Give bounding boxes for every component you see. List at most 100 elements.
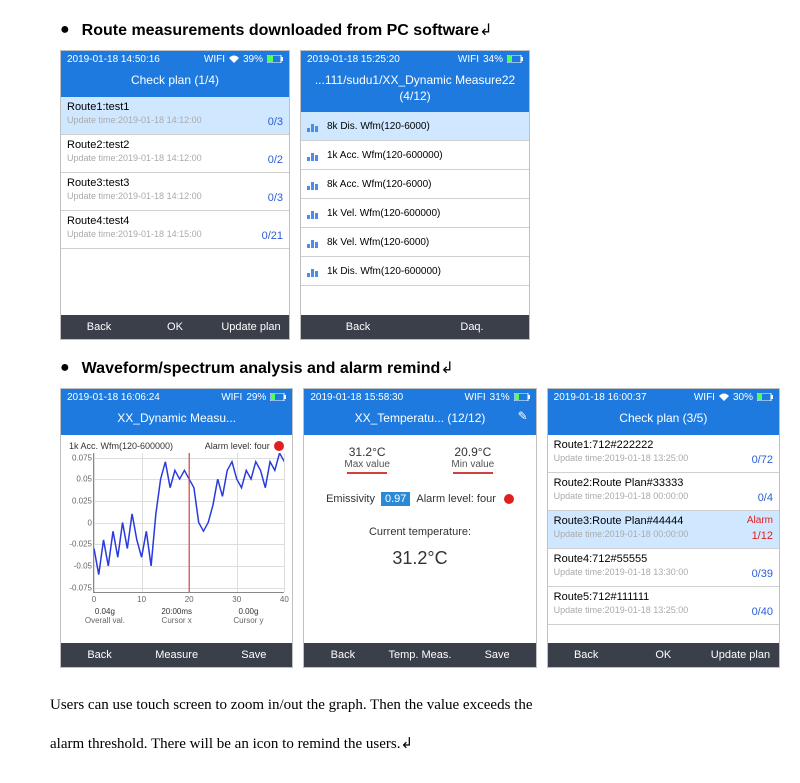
- chart-body[interactable]: 1k Acc. Wfm(120-600000) Alarm level: fou…: [61, 435, 292, 643]
- section-heading-1: Route measurements downloaded from PC so…: [82, 20, 493, 40]
- wfm-row[interactable]: 8k Vel. Wfm(120-6000): [301, 228, 529, 257]
- route-row[interactable]: Route2:test2Update time:2019-01-18 14:12…: [61, 135, 289, 173]
- alarm-dot-icon: [504, 494, 514, 504]
- route-list[interactable]: Route1:712#222222Update time:2019-01-18 …: [548, 435, 779, 643]
- footer-bar: BackTemp. Meas.Save: [304, 643, 535, 667]
- footer-button-back[interactable]: Back: [304, 643, 381, 667]
- wifi-label: WIFI: [458, 54, 479, 65]
- footer-button-back[interactable]: Back: [548, 643, 625, 667]
- status-bar: 2019-01-18 16:06:24 WIFI 29%: [61, 389, 292, 405]
- chart-signal-label: 1k Acc. Wfm(120-600000): [69, 441, 173, 451]
- status-bar: 2019-01-18 15:25:20 WIFI 34%: [301, 51, 529, 67]
- wfm-row[interactable]: 8k Dis. Wfm(120-6000): [301, 112, 529, 141]
- route-list[interactable]: Route1:test1Update time:2019-01-18 14:12…: [61, 97, 289, 315]
- wfm-label: 8k Acc. Wfm(120-6000): [327, 179, 431, 190]
- status-bar: 2019-01-18 15:58:30 WIFI 31%: [304, 389, 535, 405]
- footer-button-back[interactable]: Back: [61, 643, 138, 667]
- min-temp-value: 20.9°C: [420, 445, 526, 459]
- wfm-row[interactable]: 8k Acc. Wfm(120-6000): [301, 170, 529, 199]
- cursor-y-value: 0.00g: [213, 607, 285, 616]
- alarm-level: Alarm level: four: [205, 441, 285, 452]
- phone-check-plan-2: 2019-01-18 16:00:37 WIFI 30% Check plan …: [547, 388, 780, 668]
- phone-check-plan-1: 2019-01-18 14:50:16 WIFI 39% Check plan …: [60, 50, 290, 340]
- section-heading-2: Waveform/spectrum analysis and alarm rem…: [82, 358, 454, 378]
- route-update-time: Update time:2019-01-18 14:12:00: [67, 153, 268, 163]
- route-row[interactable]: Route2:Route Plan#33333 Update time:2019-…: [548, 473, 779, 511]
- footer-button-measure[interactable]: Measure: [138, 643, 215, 667]
- phone-temperature: 2019-01-18 15:58:30 WIFI 31% XX_Temperat…: [303, 388, 536, 668]
- footer-button-ok[interactable]: OK: [625, 643, 702, 667]
- route-count: 0/4: [758, 492, 773, 506]
- route-count: 0/40: [752, 606, 773, 620]
- title-bar: XX_Dynamic Measu...: [61, 405, 292, 435]
- route-title: Route3:Route Plan#44444: [554, 515, 752, 527]
- route-row[interactable]: Route3:test3Update time:2019-01-18 14:12…: [61, 173, 289, 211]
- footer-button-save[interactable]: Save: [459, 643, 536, 667]
- battery-pct: 30%: [733, 392, 753, 403]
- route-count: 0/2: [268, 154, 283, 168]
- route-count: 0/21: [262, 230, 283, 244]
- waveform-chart[interactable]: 0.0750.050.0250-0.025-0.05-0.07501020304…: [93, 453, 284, 593]
- route-count: 0/72: [752, 454, 773, 468]
- route-title: Route2:Route Plan#33333: [554, 477, 758, 489]
- route-count: 0/3: [268, 116, 283, 130]
- screen-title: Check plan (1/4): [131, 73, 219, 87]
- footer-button-temp-meas-[interactable]: Temp. Meas.: [381, 643, 458, 667]
- footer-button-save[interactable]: Save: [215, 643, 292, 667]
- wifi-label: WIFI: [221, 392, 242, 403]
- wfm-row[interactable]: 1k Acc. Wfm(120-600000): [301, 141, 529, 170]
- battery-icon: [270, 393, 286, 401]
- status-time: 2019-01-18 15:25:20: [307, 54, 400, 65]
- route-count: 1/12: [752, 530, 773, 544]
- footer-bar: BackMeasureSave: [61, 643, 292, 667]
- current-temp-value: 31.2°C: [314, 548, 525, 569]
- status-time: 2019-01-18 16:00:37: [554, 392, 647, 403]
- title-bar: Check plan (3/5): [548, 405, 779, 435]
- footer-button-update-plan[interactable]: Update plan: [702, 643, 779, 667]
- bars-icon: [307, 178, 321, 190]
- footer-button-daq-[interactable]: Daq.: [415, 315, 529, 339]
- bullet-icon: ●: [60, 358, 70, 378]
- emissivity-value[interactable]: 0.97: [381, 492, 410, 506]
- alarm-level-label: Alarm level: four: [416, 493, 495, 505]
- wfm-label: 1k Dis. Wfm(120-600000): [327, 266, 441, 277]
- alarm-badge: Alarm: [747, 515, 773, 526]
- wfm-label: 1k Vel. Wfm(120-600000): [327, 208, 440, 219]
- footer-button-ok[interactable]: OK: [137, 315, 213, 339]
- route-row[interactable]: Route4:test4Update time:2019-01-18 14:15…: [61, 211, 289, 249]
- edit-icon[interactable]: ✎: [518, 409, 528, 425]
- route-row[interactable]: Route5:712#111111Update time:2019-01-18 …: [548, 587, 779, 625]
- battery-pct: 39%: [243, 54, 263, 65]
- route-update-time: Update time:2019-01-18 13:25:00: [554, 605, 752, 615]
- wfm-row[interactable]: 1k Dis. Wfm(120-600000): [301, 257, 529, 286]
- status-time: 2019-01-18 15:58:30: [310, 392, 403, 403]
- route-row[interactable]: Route3:Route Plan#44444Update time:2019-…: [548, 511, 779, 549]
- wifi-label: WIFI: [465, 392, 486, 403]
- title-bar: ...111/sudu1/XX_Dynamic Measure22 (4/12): [301, 67, 529, 112]
- cursor-x-label: Cursor x: [141, 616, 213, 625]
- wfm-row[interactable]: 1k Vel. Wfm(120-600000): [301, 199, 529, 228]
- wfm-list[interactable]: 8k Dis. Wfm(120-6000) 1k Acc. Wfm(120-600…: [301, 112, 529, 315]
- phone-waveform-chart: 2019-01-18 16:06:24 WIFI 29% XX_Dynamic …: [60, 388, 293, 668]
- route-count: 0/39: [752, 568, 773, 582]
- overall-value: 0.04g: [69, 607, 141, 616]
- footer-bar: BackDaq.: [301, 315, 529, 339]
- status-time: 2019-01-18 14:50:16: [67, 54, 160, 65]
- footer-button-update-plan[interactable]: Update plan: [213, 315, 289, 339]
- wfm-label: 1k Acc. Wfm(120-600000): [327, 150, 443, 161]
- route-row[interactable]: Route1:712#222222Update time:2019-01-18 …: [548, 435, 779, 473]
- battery-pct: 31%: [490, 392, 510, 403]
- wifi-label: WIFI: [204, 54, 225, 65]
- screen-title: XX_Dynamic Measu...: [117, 411, 236, 425]
- max-temp-label: Max value: [314, 459, 420, 470]
- chart-readouts: 0.04gOverall val. 20:00msCursor x 0.00gC…: [69, 607, 284, 625]
- route-update-time: Update time:2019-01-18 00:00:00: [554, 491, 758, 501]
- route-row[interactable]: Route1:test1Update time:2019-01-18 14:12…: [61, 97, 289, 135]
- screen-title-line1: ...111/sudu1/XX_Dynamic Measure22: [305, 73, 525, 89]
- route-row[interactable]: Route4:712#55555Update time:2019-01-18 1…: [548, 549, 779, 587]
- route-title: Route4:test4: [67, 215, 262, 227]
- footer-button-back[interactable]: Back: [61, 315, 137, 339]
- route-count: 0/3: [268, 192, 283, 206]
- route-update-time: Update time:2019-01-18 13:25:00: [554, 453, 752, 463]
- footer-button-back[interactable]: Back: [301, 315, 415, 339]
